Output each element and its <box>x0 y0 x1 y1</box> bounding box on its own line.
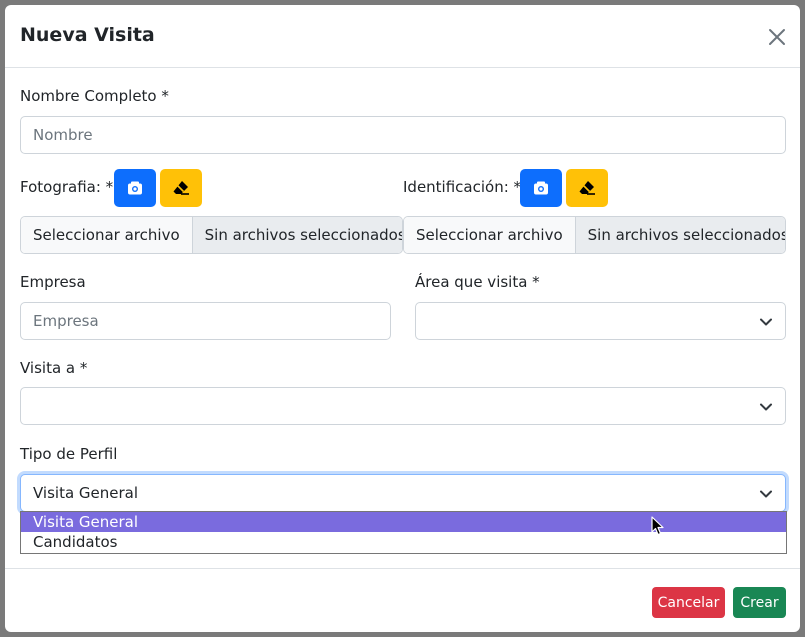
fotografia-choose-button[interactable]: Seleccionar archivo <box>21 217 193 253</box>
close-icon <box>769 29 785 45</box>
empresa-label: Empresa <box>20 273 86 291</box>
identificacion-clear-button[interactable] <box>566 169 608 207</box>
tipo-perfil-select[interactable]: Visita General <box>20 474 786 512</box>
tipo-perfil-dropdown: Visita General Candidatos <box>20 511 787 554</box>
identificacion-camera-button[interactable] <box>520 169 562 207</box>
nombre-label: Nombre Completo * <box>20 87 169 105</box>
fotografia-label: Fotografia: * <box>20 178 114 196</box>
nombre-input[interactable] <box>20 116 786 154</box>
camera-icon <box>534 181 548 195</box>
tipo-perfil-label: Tipo de Perfil <box>20 445 118 463</box>
create-button[interactable]: Crear <box>733 587 786 618</box>
cancel-button[interactable]: Cancelar <box>652 587 725 618</box>
visita-a-label: Visita a * <box>20 359 88 377</box>
area-label: Área que visita * <box>415 273 540 291</box>
eraser-icon <box>579 181 595 195</box>
nueva-visita-modal: Nueva Visita Nombre Completo * Fotografi… <box>5 5 800 632</box>
chevron-down-icon <box>760 403 772 411</box>
fotografia-file-input[interactable]: Seleccionar archivo Sin archivos selecci… <box>20 216 403 254</box>
fotografia-file-status: Sin archivos seleccionados <box>192 217 402 253</box>
dropdown-option-candidatos[interactable]: Candidatos <box>21 532 786 552</box>
identificacion-file-input[interactable]: Seleccionar archivo Sin archivos selecci… <box>403 216 786 254</box>
identificacion-label: Identificación: * <box>403 178 522 196</box>
modal-footer: Cancelar Crear <box>5 568 800 632</box>
close-button[interactable] <box>765 25 789 49</box>
modal-header: Nueva Visita <box>5 5 800 68</box>
fotografia-camera-button[interactable] <box>114 169 156 207</box>
area-select[interactable] <box>415 302 786 340</box>
eraser-icon <box>173 181 189 195</box>
camera-icon <box>128 181 142 195</box>
visita-a-select[interactable] <box>20 387 786 425</box>
identificacion-choose-button[interactable]: Seleccionar archivo <box>404 217 576 253</box>
empresa-input[interactable] <box>20 302 391 340</box>
chevron-down-icon <box>760 490 772 498</box>
identificacion-file-status: Sin archivos seleccionados <box>575 217 785 253</box>
dropdown-option-visita-general[interactable]: Visita General <box>21 512 786 532</box>
fotografia-clear-button[interactable] <box>160 169 202 207</box>
chevron-down-icon <box>760 318 772 326</box>
modal-title: Nueva Visita <box>20 24 155 46</box>
tipo-perfil-selected-value: Visita General <box>33 484 139 502</box>
